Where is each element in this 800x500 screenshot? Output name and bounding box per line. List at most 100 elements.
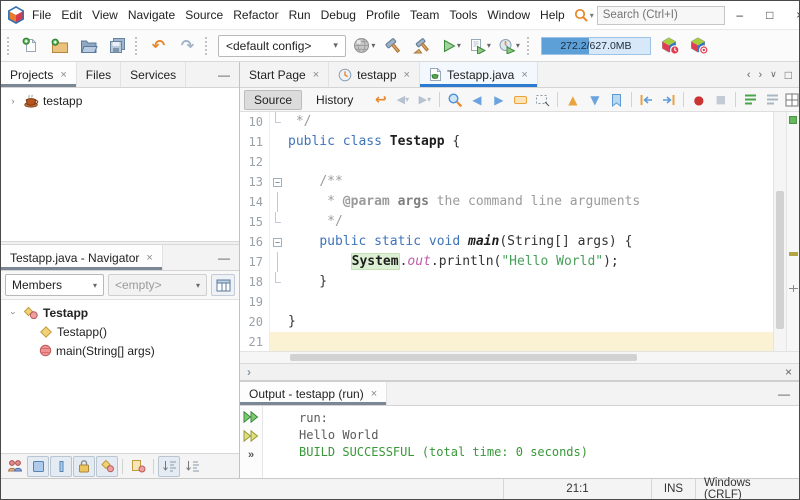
- warning-mark[interactable]: [789, 252, 798, 257]
- clean-build-button[interactable]: [409, 32, 436, 59]
- maximize-editor-icon[interactable]: □: [782, 68, 795, 82]
- tab-output[interactable]: Output - testapp (run) ×: [240, 382, 388, 405]
- toolbar-grip[interactable]: [205, 36, 209, 55]
- rerun-button[interactable]: [243, 411, 259, 423]
- code-line-14[interactable]: 14 * @param args the command line argume…: [240, 192, 773, 212]
- macro-record-button[interactable]: ●: [688, 90, 709, 110]
- code-line-18[interactable]: 18 }: [240, 272, 773, 292]
- minimize-panel-icon[interactable]: —: [209, 245, 239, 270]
- split-editor-icon[interactable]: [785, 90, 799, 110]
- tree-item-testapp[interactable]: › testapp: [1, 91, 239, 110]
- menu-source[interactable]: Source: [180, 1, 228, 29]
- redo-button[interactable]: ↷: [174, 32, 201, 59]
- shift-left-button[interactable]: [636, 90, 657, 110]
- menu-team[interactable]: Team: [405, 1, 444, 29]
- find-prev-button[interactable]: ◀: [466, 90, 487, 110]
- tab-testapp-java[interactable]: Testapp.java ×: [419, 62, 538, 87]
- close-icon[interactable]: ×: [60, 69, 66, 81]
- code-line-12[interactable]: 12: [240, 152, 773, 172]
- highlight-button[interactable]: [510, 90, 531, 110]
- memory-meter[interactable]: 272.2/627.0MB: [540, 36, 651, 55]
- menu-run[interactable]: Run: [284, 1, 316, 29]
- tab-list-icon[interactable]: ∨: [767, 69, 780, 80]
- find-button[interactable]: [444, 90, 465, 110]
- last-edit-button[interactable]: ↩: [370, 90, 391, 110]
- fields-filter-button[interactable]: [27, 455, 49, 477]
- comment-button[interactable]: [740, 90, 761, 110]
- table-columns-icon[interactable]: [211, 274, 235, 296]
- new-file-button[interactable]: [17, 32, 44, 59]
- code-line-15[interactable]: 15 */: [240, 212, 773, 232]
- sort-alpha-filter-button[interactable]: [181, 456, 203, 477]
- uncomment-button[interactable]: [762, 90, 783, 110]
- static-filter-button[interactable]: [50, 455, 72, 477]
- show-anon-filter-button[interactable]: [127, 456, 149, 477]
- search-icon[interactable]: [574, 8, 589, 23]
- horizontal-scrollbar[interactable]: [240, 351, 799, 363]
- rerun-alt-button[interactable]: [243, 430, 259, 442]
- code-line-11[interactable]: 11 public class Testapp {: [240, 132, 773, 152]
- globe-caret-button[interactable]: ▾: [351, 32, 378, 59]
- expand-chevron-icon[interactable]: ›: [247, 365, 251, 379]
- close-icon[interactable]: ×: [404, 69, 410, 81]
- menu-tools[interactable]: Tools: [444, 1, 482, 29]
- code-line-13[interactable]: 13− /**: [240, 172, 773, 192]
- tree-item-main-string-args-[interactable]: main(String[] args): [1, 341, 239, 360]
- search-input[interactable]: [596, 5, 725, 25]
- tab-start-page[interactable]: Start Page ×: [240, 62, 330, 87]
- inherited-filter-button[interactable]: [4, 456, 26, 477]
- source-view-button[interactable]: Source: [244, 89, 303, 110]
- macro-stop-button[interactable]: ■: [710, 90, 731, 110]
- rect-select-button[interactable]: [532, 90, 553, 110]
- menu-debug[interactable]: Debug: [316, 1, 361, 29]
- minimize-panel-icon[interactable]: —: [209, 62, 239, 87]
- tab-navigator[interactable]: Testapp.java - Navigator ×: [1, 245, 163, 270]
- close-icon[interactable]: ×: [313, 69, 319, 81]
- code-line-20[interactable]: 20}: [240, 312, 773, 332]
- code-line-19[interactable]: 19: [240, 292, 773, 312]
- line-ending[interactable]: Windows (CRLF): [695, 477, 799, 499]
- menu-window[interactable]: Window: [482, 1, 535, 29]
- fold-collapse-icon[interactable]: −: [273, 237, 282, 247]
- menu-view[interactable]: View: [87, 1, 123, 29]
- code-line-17[interactable]: 17 System.out.println("Hello World");: [240, 252, 773, 272]
- non-public-filter-button[interactable]: [73, 455, 95, 477]
- nav-back-button[interactable]: ◀ ▾: [392, 90, 413, 110]
- tree-item-testapp-[interactable]: Testapp(): [1, 322, 239, 341]
- profile-caret-button[interactable]: ▾: [496, 32, 523, 59]
- menu-refactor[interactable]: Refactor: [228, 1, 283, 29]
- code-line-16[interactable]: 16− public static void main(String[] arg…: [240, 232, 773, 252]
- profile-gc-button[interactable]: [657, 32, 684, 59]
- config-select[interactable]: <default config> ▾: [218, 34, 346, 57]
- profile-stop-button[interactable]: [686, 32, 713, 59]
- members-select[interactable]: Members ▾: [5, 274, 104, 296]
- close-icon[interactable]: ×: [371, 388, 377, 400]
- sort-position-filter-button[interactable]: [158, 455, 180, 477]
- vertical-scrollbar[interactable]: [773, 112, 786, 351]
- error-stripe[interactable]: [786, 112, 799, 351]
- menu-navigate[interactable]: Navigate: [123, 1, 180, 29]
- toggle-bookmark-button[interactable]: [606, 90, 627, 110]
- scroll-tabs-right-icon[interactable]: ›: [755, 69, 765, 81]
- open-project-button[interactable]: [75, 32, 102, 59]
- inner-filter-button[interactable]: [96, 455, 118, 477]
- fold-margin[interactable]: −: [270, 172, 285, 192]
- toolbar-grip[interactable]: [135, 36, 139, 55]
- nav-forward-button[interactable]: ▶ ▾: [414, 90, 435, 110]
- maximize-button[interactable]: □: [755, 1, 785, 29]
- tab-files[interactable]: Files: [77, 62, 122, 87]
- menu-file[interactable]: File: [27, 1, 56, 29]
- code-editor[interactable]: 10 */11 public class Testapp {12 13− /** 14…: [240, 112, 799, 351]
- menu-profile[interactable]: Profile: [361, 1, 405, 29]
- vertical-scrollbar-thumb[interactable]: [776, 190, 784, 330]
- close-icon[interactable]: ×: [146, 252, 152, 264]
- shift-right-button[interactable]: [658, 90, 679, 110]
- insert-mode[interactable]: INS: [651, 479, 695, 499]
- fold-margin[interactable]: −: [270, 232, 285, 252]
- code-line-10[interactable]: 10 */: [240, 112, 773, 132]
- no-errors-badge[interactable]: [789, 116, 797, 124]
- history-view-button[interactable]: History: [307, 91, 362, 109]
- tree-item-testapp[interactable]: › Testapp: [1, 303, 239, 322]
- code-line-21[interactable]: 21: [240, 332, 773, 351]
- run-caret-button[interactable]: ▾: [438, 32, 465, 59]
